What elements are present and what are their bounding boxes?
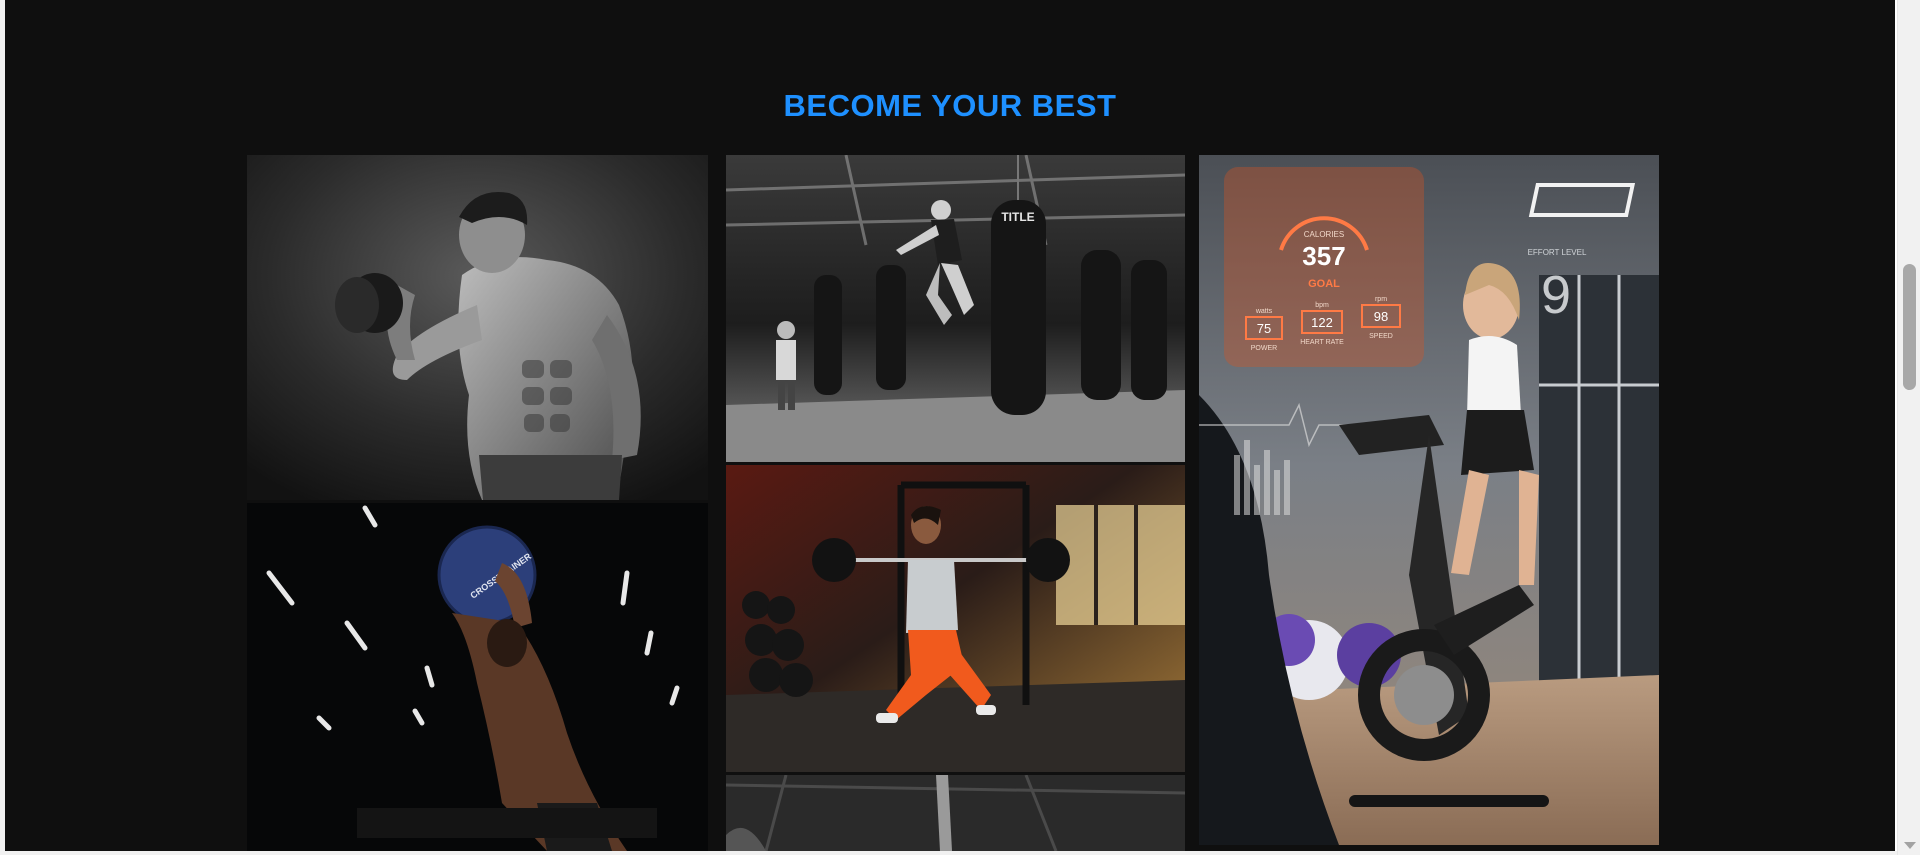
hud-calories-label: CALORIES	[1304, 230, 1344, 239]
hud-power-label: POWER	[1251, 345, 1277, 352]
hud-heart-unit: bpm	[1315, 302, 1329, 309]
window-bottom-edge	[0, 851, 1897, 855]
scrollbar-thumb[interactable]	[1903, 264, 1916, 390]
hud-speed-value: 98	[1374, 309, 1388, 324]
scroll-down-arrow-icon[interactable]	[1904, 842, 1916, 849]
hud-goal-label: GOAL	[1308, 278, 1340, 290]
gallery-image-dumbbell-curl[interactable]	[247, 155, 708, 500]
gallery-image-boxing-gym[interactable]: TITLE	[726, 155, 1185, 462]
section-title: BECOME YOUR BEST	[783, 88, 1117, 123]
page-viewport: BECOME YOUR BEST TITLE CALORIES 357 GOAL…	[5, 0, 1895, 851]
gallery-image-medicine-ball[interactable]: CROSSTRAINER	[247, 503, 708, 851]
hud-speed-label: SPEED	[1369, 333, 1393, 340]
hud-heart-value: 122	[1311, 315, 1333, 330]
hud-effort-label: EFFORT LEVEL	[1528, 248, 1587, 257]
gallery-image-spin-bike-hud[interactable]: CALORIES 357 GOAL watts 75 POWER bpm 122…	[1199, 155, 1659, 845]
bag-brand-text: TITLE	[1001, 210, 1034, 224]
hud-power-unit: watts	[1255, 308, 1273, 315]
hud-heart-label: HEART RATE	[1300, 339, 1344, 346]
hud-calories-value: 357	[1302, 241, 1345, 271]
hud-power-value: 75	[1257, 321, 1271, 336]
hud-speed-unit: rpm	[1375, 296, 1387, 303]
vertical-scrollbar[interactable]	[1897, 0, 1920, 855]
gallery-image-gym-ropes[interactable]	[726, 775, 1185, 851]
hud-effort-value: 9	[1541, 265, 1571, 325]
gallery-image-barbell-lunge[interactable]	[726, 465, 1185, 772]
